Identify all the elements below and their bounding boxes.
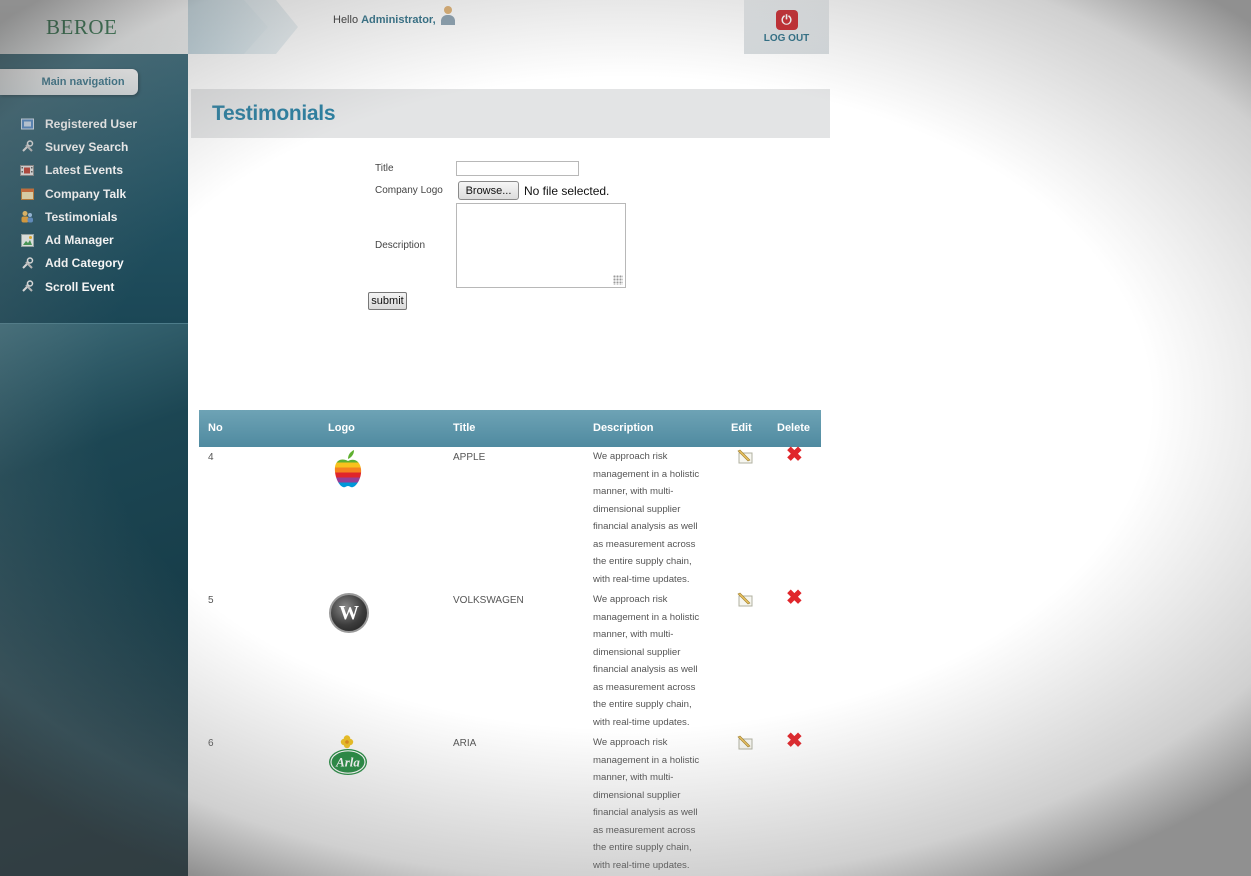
tools-icon [20,140,34,154]
brand-name: BEROE [46,14,118,39]
row-description: We approach risk management in a holisti… [593,451,700,585]
row-number: 4 [208,452,214,463]
sidebar-item-company-talk[interactable]: Company Talk [20,182,137,205]
edit-icon[interactable] [737,448,755,464]
apple-logo [334,450,362,488]
title-label: Title [375,163,394,174]
sidebar: BEROE Main navigation Registered User Su… [0,0,188,876]
column-header-edit: Edit [731,422,752,434]
row-title: VOLKSWAGEN [453,595,524,606]
logout-label: LOG OUT [763,33,810,44]
sidebar-item-label: Add Category [45,256,124,271]
image-icon [20,233,34,247]
file-status: No file selected. [524,184,610,198]
description-textarea[interactable] [456,203,626,288]
title-input[interactable] [456,161,579,176]
arla-logo: Arla [329,735,367,775]
logout-button[interactable]: ⏻ LOG OUT [744,0,829,54]
sidebar-item-survey-search[interactable]: Survey Search [20,135,137,158]
user-avatar-icon [439,4,457,26]
table-header: No Logo Title Description Edit Delete [199,410,821,447]
sidebar-item-label: Testimonials [45,209,118,224]
row-description: We approach risk management in a holisti… [593,594,700,728]
sidebar-item-registered-user[interactable]: Registered User [20,112,137,135]
resize-handle[interactable] [613,275,623,285]
sidebar-item-scroll-event[interactable]: Scroll Event [20,275,137,298]
table-row: 5 W VOLKSWAGEN We approach risk manageme… [199,588,821,733]
column-header-logo: Logo [328,422,355,434]
column-header-title: Title [453,422,476,434]
delete-icon[interactable]: ✖ [786,445,803,465]
delete-icon[interactable]: ✖ [786,731,803,751]
browse-button[interactable]: Browse... [458,181,519,200]
sidebar-item-label: Survey Search [45,139,129,154]
tools-icon [20,280,34,294]
sidebar-item-add-category[interactable]: Add Category [20,252,137,275]
column-header-no: No [208,422,223,434]
description-label: Description [375,240,426,251]
nav-title: Main navigation [0,69,138,95]
calendar-icon [20,187,34,201]
row-number: 5 [208,595,214,606]
table-row: 6 Arla ARIA We approach risk management … [199,731,821,876]
sidebar-item-label: Scroll Event [45,279,115,294]
sidebar-item-label: Company Talk [45,186,127,201]
sidebar-item-label: Registered User [45,116,138,131]
nav-list: Registered User Survey Search Latest Eve… [20,112,137,298]
people-icon [20,210,34,224]
sidebar-item-label: Latest Events [45,163,124,178]
sidebar-item-testimonials[interactable]: Testimonials [20,205,137,228]
row-description: We approach risk management in a holisti… [593,737,700,871]
delete-icon[interactable]: ✖ [786,588,803,608]
row-number: 6 [208,738,214,749]
main-navigation: Main navigation Registered User Survey S… [0,54,188,324]
page-title-bar: Testimonials [191,89,830,138]
edit-icon[interactable] [737,591,755,607]
greeting-prefix: Hello [333,14,359,26]
column-header-delete: Delete [777,422,811,434]
table-row: 4 APPLE We approach risk management in a… [199,445,821,590]
sidebar-item-label: Ad Manager [45,233,114,248]
row-title: ARIA [453,738,477,749]
submit-button[interactable]: submit [368,292,407,310]
svg-text:Arla: Arla [335,755,360,770]
page-title: Testimonials [212,101,336,125]
edit-icon[interactable] [737,734,755,750]
company-logo-label: Company Logo [375,185,443,196]
tools-icon [20,256,34,270]
sidebar-item-latest-events[interactable]: Latest Events [20,159,137,182]
power-icon: ⏻ [775,10,798,30]
row-title: APPLE [453,452,486,463]
sidebar-background [0,324,188,876]
column-header-description: Description [593,422,654,434]
user-card-icon [20,117,34,131]
film-icon [20,163,34,177]
sidebar-item-ad-manager[interactable]: Ad Manager [20,228,137,251]
brand-logo[interactable]: BEROE [0,0,188,54]
wordpress-logo: W [329,593,369,633]
greeting: Hello Administrator, [333,6,457,26]
user-name: Administrator, [361,14,436,26]
